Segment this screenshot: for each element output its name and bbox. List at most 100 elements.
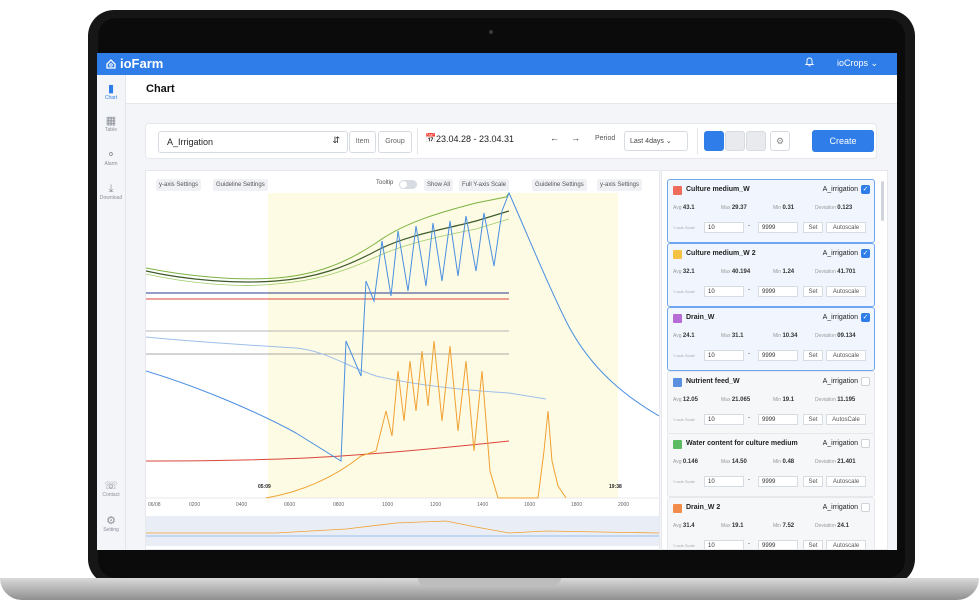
series-card[interactable]: Drain_W A_irrigation ✓ Avg 24.1 Max 31.1 Min … (667, 307, 875, 371)
series-color-swatch (673, 440, 682, 449)
bell-icon[interactable] (804, 57, 815, 70)
irrigation-select[interactable]: A_Irrigation ⇵ (158, 131, 348, 153)
x-tick-label: 06/08 (148, 502, 161, 508)
autoscale-button[interactable]: Autoscale (826, 222, 866, 233)
set-button[interactable]: Set (803, 286, 823, 297)
avg-value: 43.1 (682, 205, 695, 211)
deviation-label: Deviation (815, 523, 836, 529)
autoscale-button[interactable]: Autoscale (826, 286, 866, 297)
sidebar-item-alarm[interactable]: ⚬ Alarm (97, 149, 125, 167)
series-checkbox[interactable] (861, 377, 870, 386)
max-value: 29.37 (731, 205, 747, 211)
laptop-base-notch (418, 578, 561, 586)
autoscale-button[interactable]: Autoscale (826, 350, 866, 361)
min-value: 0.31 (782, 205, 795, 211)
max-label: Max (721, 523, 731, 529)
layout-single-button[interactable] (704, 131, 724, 151)
item-button[interactable]: Item (349, 131, 376, 153)
calendar-icon[interactable]: 📅 (425, 133, 436, 144)
series-card[interactable]: Nutrient feed_W A_irrigation Avg 12.05 Max … (667, 371, 875, 435)
group-button[interactable]: Group (378, 131, 412, 153)
scale-to-input[interactable]: 9999 (758, 414, 798, 425)
deviation-value: 24.1 (837, 523, 849, 529)
deviation-label: Deviation (815, 459, 836, 465)
user-menu[interactable]: ioCrops ⌄ (837, 58, 878, 69)
series-card[interactable]: Water content for culture medium A_irriga… (667, 433, 875, 497)
scale-to-input[interactable]: 9999 (758, 476, 798, 487)
series-card[interactable]: Drain_W 2 A_irrigation Avg 31.4 Max 19.1 Min… (667, 497, 875, 549)
create-button[interactable]: Create (812, 130, 874, 152)
prev-arrow-icon[interactable]: ← (550, 133, 559, 143)
autoscale-button[interactable]: Autoscale (826, 540, 866, 549)
series-checkbox[interactable] (861, 503, 870, 512)
y-axis-scale-label: Y-axis Scale (673, 479, 695, 484)
series-name: Culture medium_W 2 (686, 250, 756, 257)
scale-to-input[interactable]: 9999 (758, 540, 798, 549)
scale-from-input[interactable]: 10 (704, 222, 744, 233)
gear-icon[interactable]: ⚙ (770, 131, 790, 151)
layout-grid-button[interactable] (746, 131, 766, 151)
sidebar-item-chart[interactable]: ▮ Chart (97, 83, 125, 101)
scale-from-input[interactable]: 10 (704, 350, 744, 361)
series-name: Nutrient feed_W (686, 378, 740, 385)
period-select[interactable]: Last 4days ⌄ (624, 131, 688, 151)
chevron-down-icon: ⌄ (665, 138, 672, 145)
logo-text: ioFarm (120, 56, 164, 71)
series-group: A_irrigation (822, 250, 858, 257)
max-value: 40.194 (731, 269, 751, 275)
set-button[interactable]: Set (803, 350, 823, 361)
scrollbar[interactable] (881, 181, 884, 221)
scale-from-input[interactable]: 10 (704, 414, 744, 425)
max-label: Max (721, 333, 731, 339)
sidebar-item-contact[interactable]: ☏ Contact (97, 480, 125, 498)
min-value: 10.34 (782, 333, 798, 339)
sidebar-item-setting[interactable]: ⚙ Setting (97, 515, 125, 533)
series-card[interactable]: Culture medium_W 2 A_irrigation ✓ Avg 32.1 M… (667, 243, 875, 307)
series-card[interactable]: Culture medium_W A_irrigation ✓ Avg 43.1 Max… (667, 179, 875, 243)
set-button[interactable]: Set (803, 414, 823, 425)
avg-label: Avg (673, 333, 682, 339)
scale-from-input[interactable]: 10 (704, 286, 744, 297)
line-chart[interactable] (146, 171, 659, 549)
app-logo[interactable]: ioFarm (105, 56, 163, 71)
series-checkbox[interactable]: ✓ (861, 249, 870, 258)
x-tick-label: 0800 (333, 502, 345, 508)
deviation-value: 21.401 (837, 459, 856, 465)
set-button[interactable]: Set (803, 540, 823, 549)
min-value: 0.48 (782, 459, 795, 465)
sidebar-item-table[interactable]: ▦ Table (97, 115, 125, 133)
range-dash: - (748, 223, 750, 229)
chevron-updown-icon: ⇵ (332, 135, 340, 145)
sidebar: ▮ Chart ▦ Table ⚬ Alarm ⤓ Download ☏ Con… (97, 75, 126, 550)
range-dash: - (748, 541, 750, 547)
autoscale-button[interactable]: Autoscale (826, 476, 866, 487)
series-checkbox[interactable]: ✓ (861, 313, 870, 322)
scale-to-input[interactable]: 9999 (758, 350, 798, 361)
scale-to-input[interactable]: 9999 (758, 222, 798, 233)
avg-value: 0.146 (682, 459, 698, 465)
set-button[interactable]: Set (803, 476, 823, 487)
series-color-swatch (673, 314, 682, 323)
scale-from-input[interactable]: 10 (704, 540, 744, 549)
navigator-panel[interactable] (146, 516, 659, 546)
scale-to-input[interactable]: 9999 (758, 286, 798, 297)
max-label: Max (721, 269, 731, 275)
min-value: 7.52 (782, 523, 795, 529)
series-checkbox[interactable]: ✓ (861, 185, 870, 194)
autoscale-button[interactable]: AutosCale (826, 414, 866, 425)
date-range[interactable]: 23.04.28 - 23.04.31 (436, 134, 514, 144)
alarm-icon: ⚬ (106, 149, 116, 161)
chart-icon: ▮ (107, 83, 115, 95)
avg-label: Avg (673, 397, 682, 403)
series-group: A_irrigation (822, 378, 858, 385)
set-button[interactable]: Set (803, 222, 823, 233)
marker-label-start: 05:09 (258, 484, 271, 490)
scale-from-input[interactable]: 10 (704, 476, 744, 487)
min-value: 1.24 (782, 269, 795, 275)
min-label: Min (773, 269, 782, 275)
sidebar-item-download[interactable]: ⤓ Download (97, 183, 125, 201)
layout-split-button[interactable] (725, 131, 745, 151)
series-checkbox[interactable] (861, 439, 870, 448)
series-name: Drain_W (686, 314, 715, 321)
next-arrow-icon[interactable]: → (571, 133, 580, 143)
